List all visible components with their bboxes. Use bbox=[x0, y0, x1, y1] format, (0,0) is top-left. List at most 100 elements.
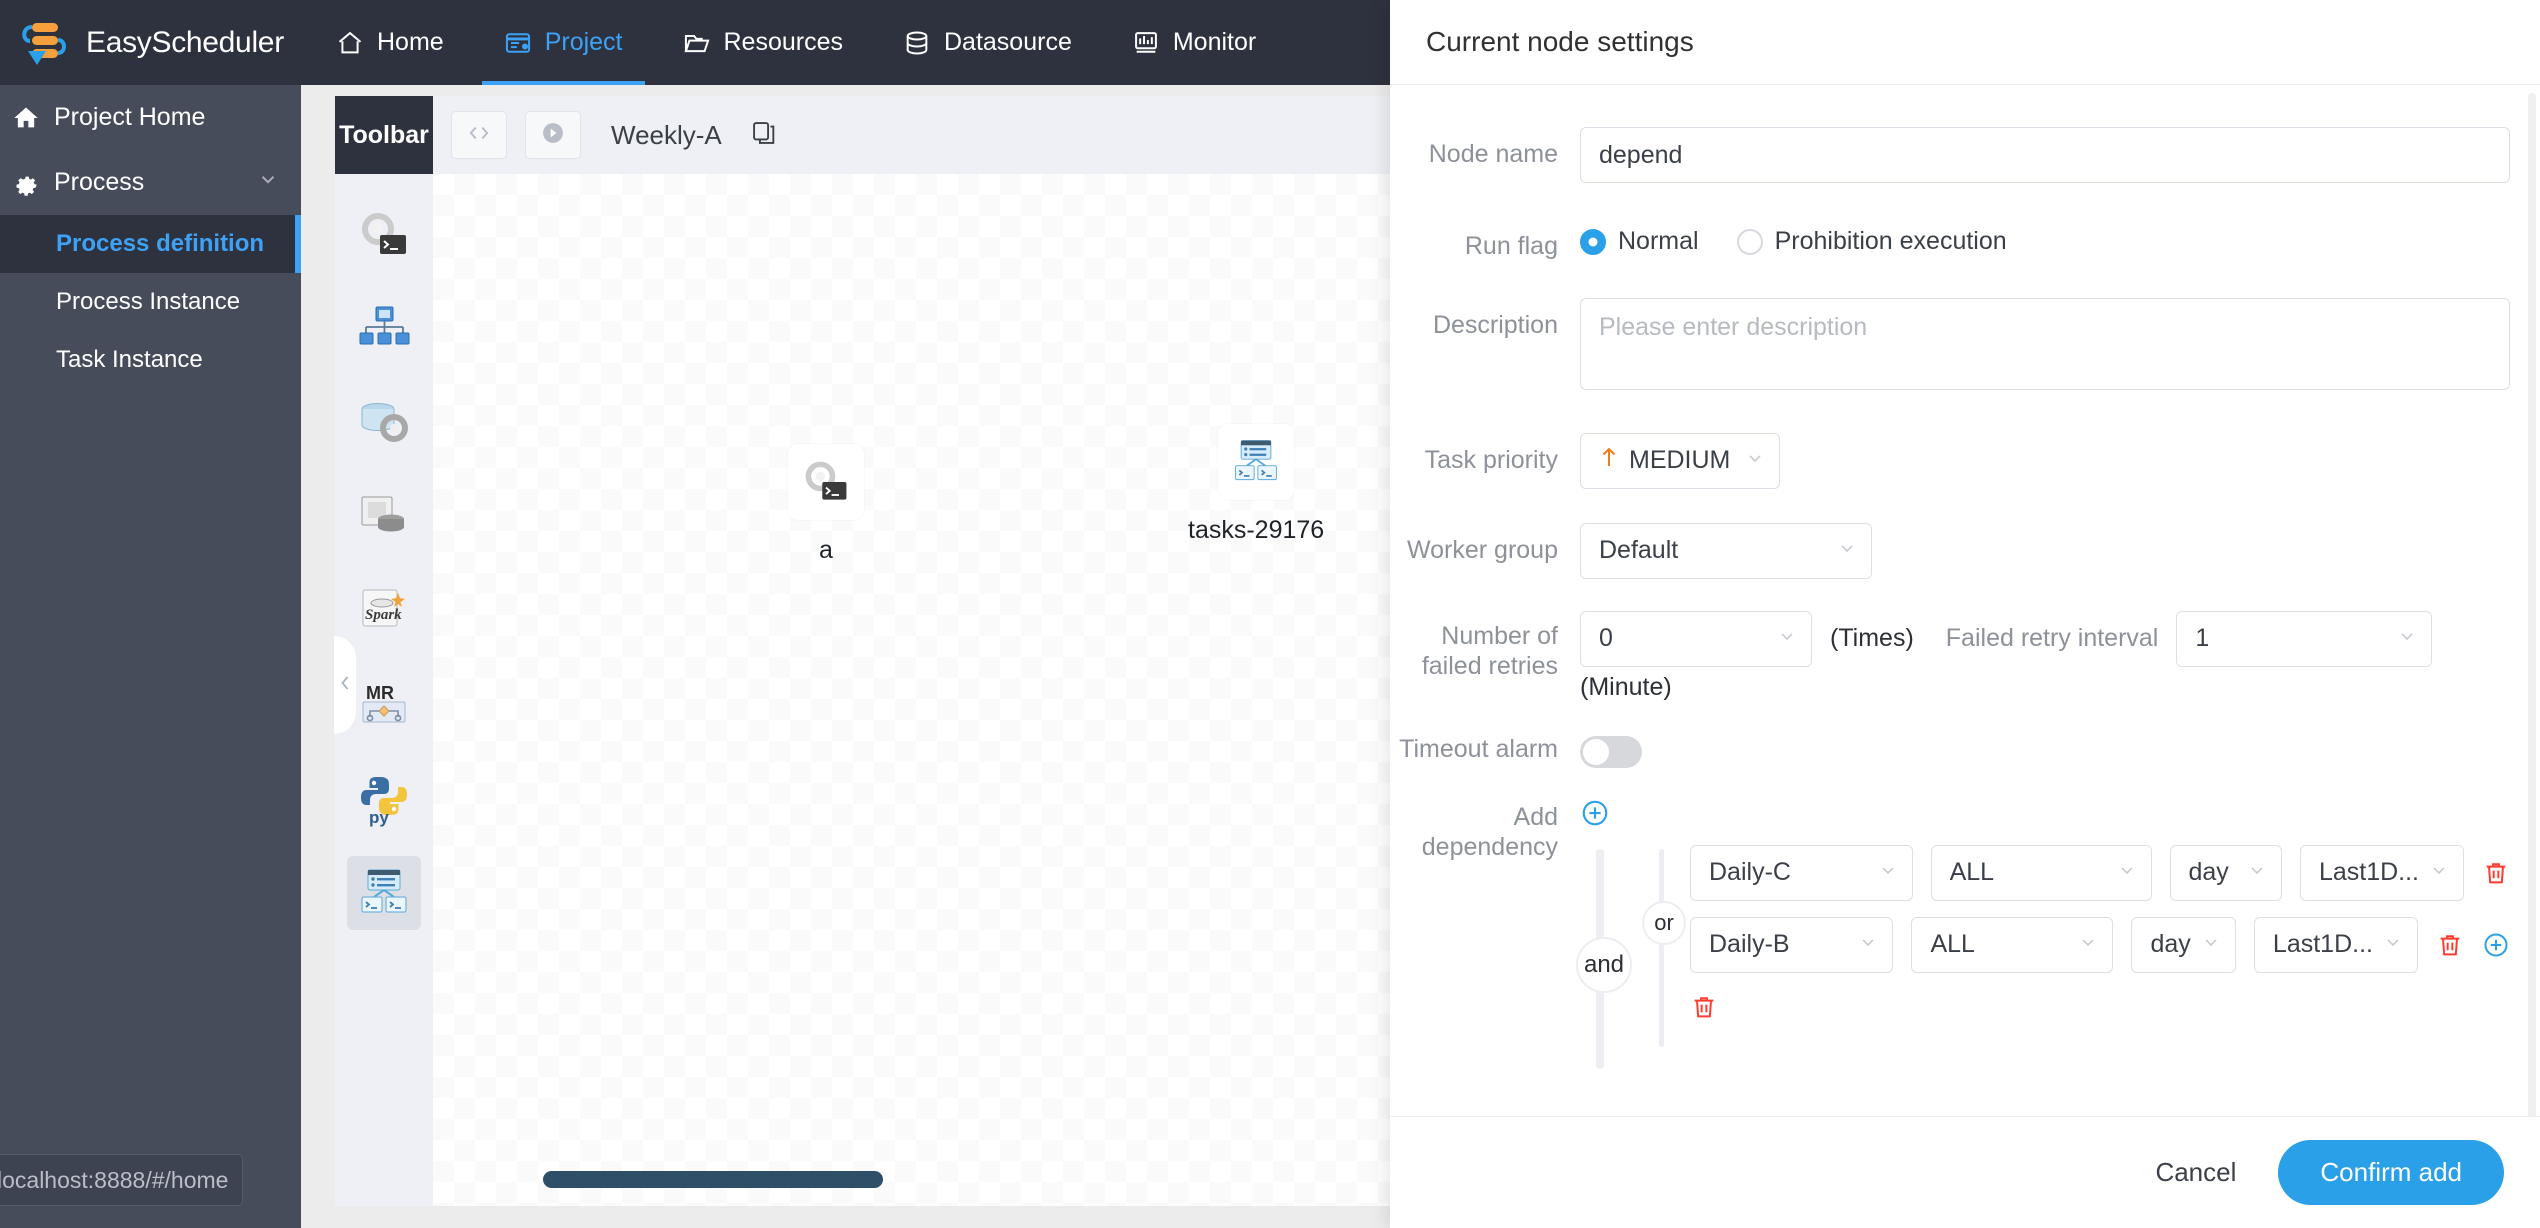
tool-mr-task[interactable]: MR bbox=[347, 668, 421, 742]
radio-run-flag-normal[interactable]: Normal bbox=[1580, 227, 1699, 256]
or-operator-badge[interactable]: or bbox=[1642, 900, 1686, 945]
svg-text:MR: MR bbox=[366, 683, 394, 703]
dependency-date-value: Last1D... bbox=[2318, 858, 2419, 886]
svg-text:Spark: Spark bbox=[365, 607, 402, 623]
delete-dependency-row-button[interactable] bbox=[2482, 859, 2510, 887]
dependency-date-select[interactable]: Last1D... bbox=[2299, 844, 2464, 901]
sidebar-item-process[interactable]: Process bbox=[0, 150, 301, 215]
chevron-down-icon bbox=[2201, 930, 2221, 959]
copy-button[interactable] bbox=[750, 119, 778, 152]
failed-retries-select[interactable]: 0 bbox=[1580, 610, 1812, 667]
dependency-project-select[interactable]: Daily-B bbox=[1690, 916, 1894, 973]
tool-sub-process-task[interactable] bbox=[347, 292, 421, 366]
timeout-alarm-toggle[interactable] bbox=[1580, 735, 1642, 768]
dependency-date-select[interactable]: Last1D... bbox=[2253, 916, 2418, 973]
gear-icon bbox=[12, 169, 40, 197]
folder-icon bbox=[683, 29, 711, 57]
dependency-cycle-value: day bbox=[2150, 930, 2191, 958]
task-priority-label: Task priority bbox=[1424, 445, 1558, 474]
canvas-node[interactable]: a bbox=[788, 444, 864, 565]
sidebar-item-process-instance[interactable]: Process Instance bbox=[0, 273, 301, 331]
run-flag-label: Run flag bbox=[1464, 232, 1558, 260]
toggle-knob bbox=[1583, 738, 1609, 765]
cancel-button[interactable]: Cancel bbox=[2155, 1157, 2236, 1188]
chevron-down-icon bbox=[1777, 624, 1797, 653]
add-dependency-group-button[interactable] bbox=[1580, 798, 1610, 828]
sidebar-item-process-definition[interactable]: Process definition bbox=[0, 215, 301, 273]
field-run-flag: Run flag Normal Prohibition execution bbox=[1390, 219, 2540, 262]
tool-sql-task[interactable] bbox=[347, 480, 421, 554]
tool-python-task[interactable]: py bbox=[347, 762, 421, 836]
chevron-down-icon bbox=[2429, 858, 2449, 887]
monitor-icon bbox=[1132, 29, 1160, 57]
home-icon bbox=[12, 104, 40, 132]
sidebar-item-task-instance[interactable]: Task Instance bbox=[0, 331, 301, 389]
dependency-cycle-select[interactable]: day bbox=[2131, 916, 2236, 973]
copy-icon bbox=[750, 119, 778, 152]
failed-retries-unit: (Times) bbox=[1830, 624, 1914, 652]
easyscheduler-logo-icon bbox=[16, 15, 72, 71]
chevron-down-icon bbox=[1878, 858, 1898, 887]
dependency-builder: and or Daily-C ALL day Last1D... Daily-B… bbox=[1576, 844, 2510, 1105]
worker-group-label: Worker group bbox=[1407, 535, 1558, 564]
toolbar-tab[interactable]: Toolbar bbox=[335, 96, 433, 174]
timeout-alarm-label: Timeout alarm bbox=[1399, 734, 1558, 763]
worker-group-select[interactable]: Default bbox=[1580, 522, 1872, 579]
tool-shell-task[interactable] bbox=[347, 198, 421, 272]
dependency-process-value: ALL bbox=[1930, 930, 1975, 958]
canvas-node-label: a bbox=[819, 536, 833, 564]
dependency-project-select[interactable]: Daily-C bbox=[1690, 844, 1913, 901]
radio-run-flag-prohibition[interactable]: Prohibition execution bbox=[1736, 227, 2007, 256]
process-name-label: Weekly-A bbox=[611, 119, 722, 150]
sidebar-item-project-home[interactable]: Project Home bbox=[0, 85, 301, 150]
canvas-node[interactable]: tasks-29176 bbox=[1188, 424, 1324, 545]
nav-item-monitor[interactable]: Monitor bbox=[1102, 0, 1286, 85]
nav-item-datasource[interactable]: Datasource bbox=[873, 0, 1102, 85]
dependency-row: Daily-B ALL day Last1D... bbox=[1690, 916, 2510, 973]
sidebar-collapse-handle[interactable] bbox=[334, 636, 356, 734]
task-priority-value: MEDIUM bbox=[1629, 446, 1731, 474]
sidebar-sub-label: Process definition bbox=[56, 230, 265, 257]
brand-name: EasyScheduler bbox=[86, 25, 284, 59]
confirm-add-button[interactable]: Confirm add bbox=[2278, 1140, 2504, 1205]
add-dependency-row-button[interactable] bbox=[2482, 931, 2510, 959]
description-textarea[interactable] bbox=[1580, 297, 2510, 390]
tool-spark-task[interactable]: Spark bbox=[347, 574, 421, 648]
tool-dependent-task[interactable] bbox=[347, 856, 421, 930]
dependency-process-select[interactable]: ALL bbox=[1930, 844, 2152, 901]
nav-item-project[interactable]: Project bbox=[474, 0, 653, 85]
and-operator-badge[interactable]: and bbox=[1576, 936, 1632, 993]
field-description: Description bbox=[1390, 297, 2540, 395]
or-rail bbox=[1659, 848, 1664, 1047]
dependency-cycle-select[interactable]: day bbox=[2169, 844, 2282, 901]
dependent-task-icon bbox=[1218, 424, 1295, 500]
dependency-cycle-value: day bbox=[2188, 858, 2229, 886]
panel-scrollbar[interactable] bbox=[2528, 93, 2536, 1116]
nav-item-home[interactable]: Home bbox=[306, 0, 474, 85]
sidebar: Project Home Process Process definition … bbox=[0, 85, 301, 1228]
nav-items: Home Project Resources Datasource Monito… bbox=[306, 0, 1286, 85]
node-name-input[interactable] bbox=[1580, 127, 2510, 183]
dependency-project-value: Daily-B bbox=[1709, 930, 1790, 958]
failed-retry-interval-select[interactable]: 1 bbox=[2176, 610, 2433, 667]
canvas-horizontal-scrollbar[interactable] bbox=[543, 1171, 883, 1188]
failed-retries-label: Number of failed retries bbox=[1421, 621, 1558, 681]
run-button[interactable] bbox=[525, 111, 581, 159]
delete-dependency-row-button[interactable] bbox=[2436, 931, 2464, 959]
task-priority-select[interactable]: MEDIUM bbox=[1580, 432, 1780, 489]
brand: EasyScheduler bbox=[0, 15, 306, 71]
canvas-node-label: tasks-29176 bbox=[1188, 516, 1325, 544]
nav-label: Resources bbox=[723, 28, 844, 56]
tool-procedure-task[interactable] bbox=[347, 386, 421, 460]
delete-dependency-group-button[interactable] bbox=[1690, 993, 1718, 1021]
dependency-process-select[interactable]: ALL bbox=[1911, 916, 2114, 973]
dependency-date-value: Last1D... bbox=[2272, 930, 2373, 958]
field-add-dependency: Add dependency and or Daily-C ALL day La… bbox=[1390, 798, 2540, 1105]
radio-label: Prohibition execution bbox=[1774, 227, 2007, 255]
nav-item-resources[interactable]: Resources bbox=[653, 0, 874, 85]
dependency-rows: Daily-C ALL day Last1D... Daily-B ALL da… bbox=[1580, 844, 2510, 1026]
chevron-left-icon bbox=[338, 673, 352, 698]
view-code-button[interactable] bbox=[451, 111, 507, 159]
chevron-down-icon bbox=[2383, 930, 2403, 959]
dependency-process-value: ALL bbox=[1949, 858, 1995, 886]
